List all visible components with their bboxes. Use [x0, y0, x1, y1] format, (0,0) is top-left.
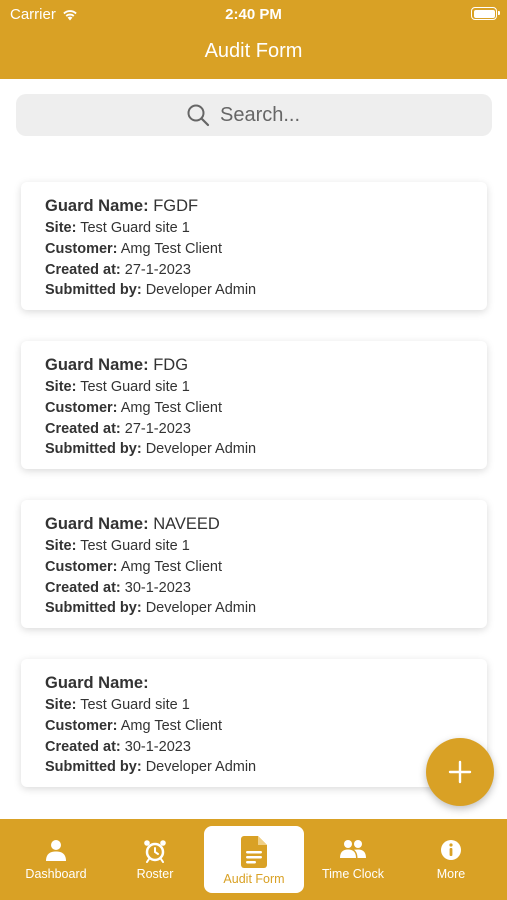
tab-label: Time Clock [321, 867, 385, 881]
site-label: Site: [45, 379, 77, 395]
created-at-label: Created at: [45, 579, 121, 596]
submitted-by-label: Submitted by: [45, 441, 142, 458]
info-icon [441, 840, 461, 860]
created-at-value: 27-1-2023 [124, 261, 191, 278]
customer-label: Customer: [45, 240, 118, 257]
submitted-by-value: Developer Admin [145, 441, 257, 458]
submitted-by-value: Developer Admin [145, 282, 257, 299]
tab-roster[interactable]: Roster [105, 819, 205, 900]
battery-icon [471, 7, 500, 20]
clock: 2:40 PM [225, 6, 282, 23]
plus-icon [448, 760, 472, 784]
tab-label: Roster [136, 867, 174, 881]
tab-dashboard[interactable]: Dashboard [6, 819, 106, 900]
site-value: Test Guard site 1 [80, 697, 190, 713]
tab-label: Dashboard [25, 867, 87, 881]
site-value: Test Guard site 1 [80, 538, 190, 554]
site-label: Site: [45, 697, 77, 713]
created-at-label: Created at: [45, 420, 121, 437]
created-at-value: 30-1-2023 [124, 738, 191, 755]
submitted-by-label: Submitted by: [45, 282, 142, 299]
audit-card[interactable]: Guard Name: FDG Site: Test Guard site 1 … [21, 341, 487, 469]
submitted-by-label: Submitted by: [45, 600, 142, 617]
customer-value: Amg Test Client [120, 240, 223, 257]
created-at-value: 27-1-2023 [124, 420, 191, 437]
site-value: Test Guard site 1 [80, 379, 190, 395]
customer-value: Amg Test Client [120, 717, 223, 734]
created-at-label: Created at: [45, 738, 121, 755]
tab-audit-form[interactable]: Audit Form [204, 826, 304, 893]
guard-name-value: FDG [153, 356, 189, 374]
site-label: Site: [45, 538, 77, 554]
audit-card[interactable]: Guard Name: FGDF Site: Test Guard site 1… [21, 182, 487, 310]
tab-more[interactable]: More [401, 819, 501, 900]
tab-label: Audit Form [223, 872, 285, 886]
guard-name-label: Guard Name: [45, 515, 149, 533]
add-audit-button[interactable] [426, 738, 494, 806]
submitted-by-value: Developer Admin [145, 759, 257, 776]
people-icon [340, 840, 366, 858]
guard-name-label: Guard Name: [45, 674, 149, 692]
site-label: Site: [45, 220, 77, 236]
search-icon [187, 104, 210, 127]
alarm-clock-icon [144, 840, 166, 863]
page-title: Audit Form [204, 40, 303, 62]
submitted-by-value: Developer Admin [145, 600, 257, 617]
created-at-label: Created at: [45, 261, 121, 278]
audit-card[interactable]: Guard Name: Site: Test Guard site 1 Cust… [21, 659, 487, 787]
document-icon [241, 836, 267, 868]
guard-name-label: Guard Name: [45, 356, 149, 374]
search-input[interactable] [218, 102, 322, 128]
customer-value: Amg Test Client [120, 399, 223, 416]
search-bar[interactable] [16, 94, 492, 136]
customer-label: Customer: [45, 717, 118, 734]
customer-label: Customer: [45, 399, 118, 416]
customer-value: Amg Test Client [120, 558, 223, 575]
created-at-value: 30-1-2023 [124, 579, 191, 596]
tab-label: More [436, 867, 466, 881]
app-header: Carrier 2:40 PM Audit Form [0, 0, 507, 79]
person-icon [46, 840, 66, 861]
tab-time-clock[interactable]: Time Clock [303, 819, 403, 900]
guard-name-label: Guard Name: [45, 197, 149, 215]
customer-label: Customer: [45, 558, 118, 575]
audit-card[interactable]: Guard Name: NAVEED Site: Test Guard site… [21, 500, 487, 628]
guard-name-value: FGDF [153, 197, 199, 215]
guard-name-value: NAVEED [153, 515, 220, 533]
site-value: Test Guard site 1 [80, 220, 190, 236]
submitted-by-label: Submitted by: [45, 759, 142, 776]
tab-bar: Dashboard Roster Audit Form Time Clock M… [0, 819, 507, 900]
status-bar: Carrier 2:40 PM [0, 0, 507, 28]
